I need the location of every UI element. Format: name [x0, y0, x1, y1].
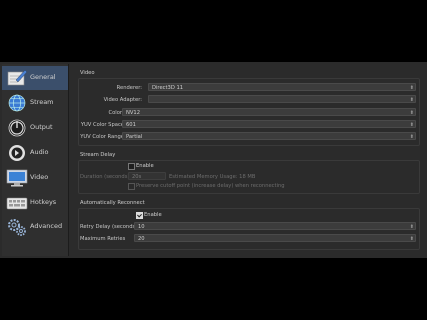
sidebar-item-label: Audio — [30, 148, 49, 156]
output-icon — [6, 118, 28, 138]
yuv-color-range-value: Partial — [126, 134, 143, 140]
sidebar-item-label: Stream — [30, 98, 54, 106]
renderer-value: Direct3D 11 — [152, 85, 184, 91]
settings-sidebar: General Stream Output Audio Video Hotkey… — [2, 64, 69, 256]
auto-reconnect-group-title: Automatically Reconnect — [80, 200, 145, 206]
chevron-down-icon: ⬍ — [409, 122, 414, 128]
chevron-down-icon: ⬍ — [409, 85, 414, 91]
sidebar-item-video[interactable]: Video — [2, 166, 68, 190]
sidebar-item-label: General — [30, 73, 56, 81]
duration-value: 20s — [132, 174, 142, 180]
chevron-down-icon: ⬍ — [409, 134, 414, 140]
color-format-value: NV12 — [126, 110, 141, 116]
sidebar-item-label: Output — [30, 123, 53, 131]
video-group-title: Video — [80, 70, 95, 76]
video-adapter-select[interactable]: ⬍ — [148, 95, 416, 103]
stream-globe-icon — [6, 93, 28, 113]
sidebar-item-hotkeys[interactable]: Hotkeys — [2, 191, 68, 215]
auto-reconnect-enable-label: Enable — [144, 212, 162, 218]
general-icon — [6, 68, 28, 88]
settings-window: General Stream Output Audio Video Hotkey… — [0, 62, 427, 258]
yuv-color-space-value: 601 — [126, 122, 136, 128]
auto-reconnect-enable-checkbox[interactable] — [136, 212, 143, 219]
yuv-color-range-label: YUV Color Range — [80, 134, 124, 140]
renderer-label: Renderer: — [116, 85, 142, 91]
chevron-down-icon: ⬍ — [409, 110, 414, 116]
sidebar-item-stream[interactable]: Stream — [2, 91, 68, 115]
spin-arrows-icon[interactable]: ⬍ — [410, 235, 414, 243]
sidebar-item-label: Video — [30, 173, 49, 181]
chevron-down-icon: ⬍ — [409, 97, 414, 103]
gears-icon — [6, 217, 28, 237]
keyboard-icon — [6, 193, 28, 213]
max-retries-spinbox[interactable]: 20 ⬍ — [134, 234, 416, 242]
max-retries-value: 20 — [138, 236, 145, 242]
stream-delay-enable-checkbox[interactable] — [128, 163, 135, 170]
sidebar-item-audio[interactable]: Audio — [2, 141, 68, 165]
renderer-select[interactable]: Direct3D 11 ⬍ — [148, 83, 416, 91]
yuv-color-space-label: YUV Color Space — [80, 122, 124, 128]
advanced-settings-panel: Video Renderer: Direct3D 11 ⬍ Video Adap… — [72, 64, 424, 256]
yuv-color-range-select[interactable]: Partial ⬍ — [122, 132, 416, 140]
preserve-cutoff-checkbox[interactable] — [128, 183, 135, 190]
video-adapter-label: Video Adapter: — [103, 97, 142, 103]
sidebar-item-label: Advanced — [30, 222, 63, 230]
sidebar-item-general[interactable]: General — [2, 66, 68, 90]
yuv-color-space-select[interactable]: 601 ⬍ — [122, 120, 416, 128]
color-format-select[interactable]: NV12 ⬍ — [122, 108, 416, 116]
stream-delay-enable-label: Enable — [136, 163, 154, 169]
video-monitor-icon — [6, 168, 28, 188]
sidebar-item-advanced[interactable]: Advanced — [2, 215, 68, 239]
spin-arrows-icon[interactable]: ⬍ — [410, 223, 414, 231]
stream-delay-group-title: Stream Delay — [80, 152, 116, 158]
audio-icon — [6, 143, 28, 163]
memory-usage-note: Estimated Memory Usage: 18 MB — [169, 174, 256, 180]
sidebar-item-label: Hotkeys — [30, 198, 57, 206]
retry-delay-value: 10 — [138, 224, 145, 230]
retry-delay-spinbox[interactable]: 10 ⬍ — [134, 222, 416, 230]
duration-spinbox[interactable]: 20s — [128, 172, 166, 180]
preserve-cutoff-label: Preserve cutoff point (increase delay) w… — [136, 183, 285, 189]
